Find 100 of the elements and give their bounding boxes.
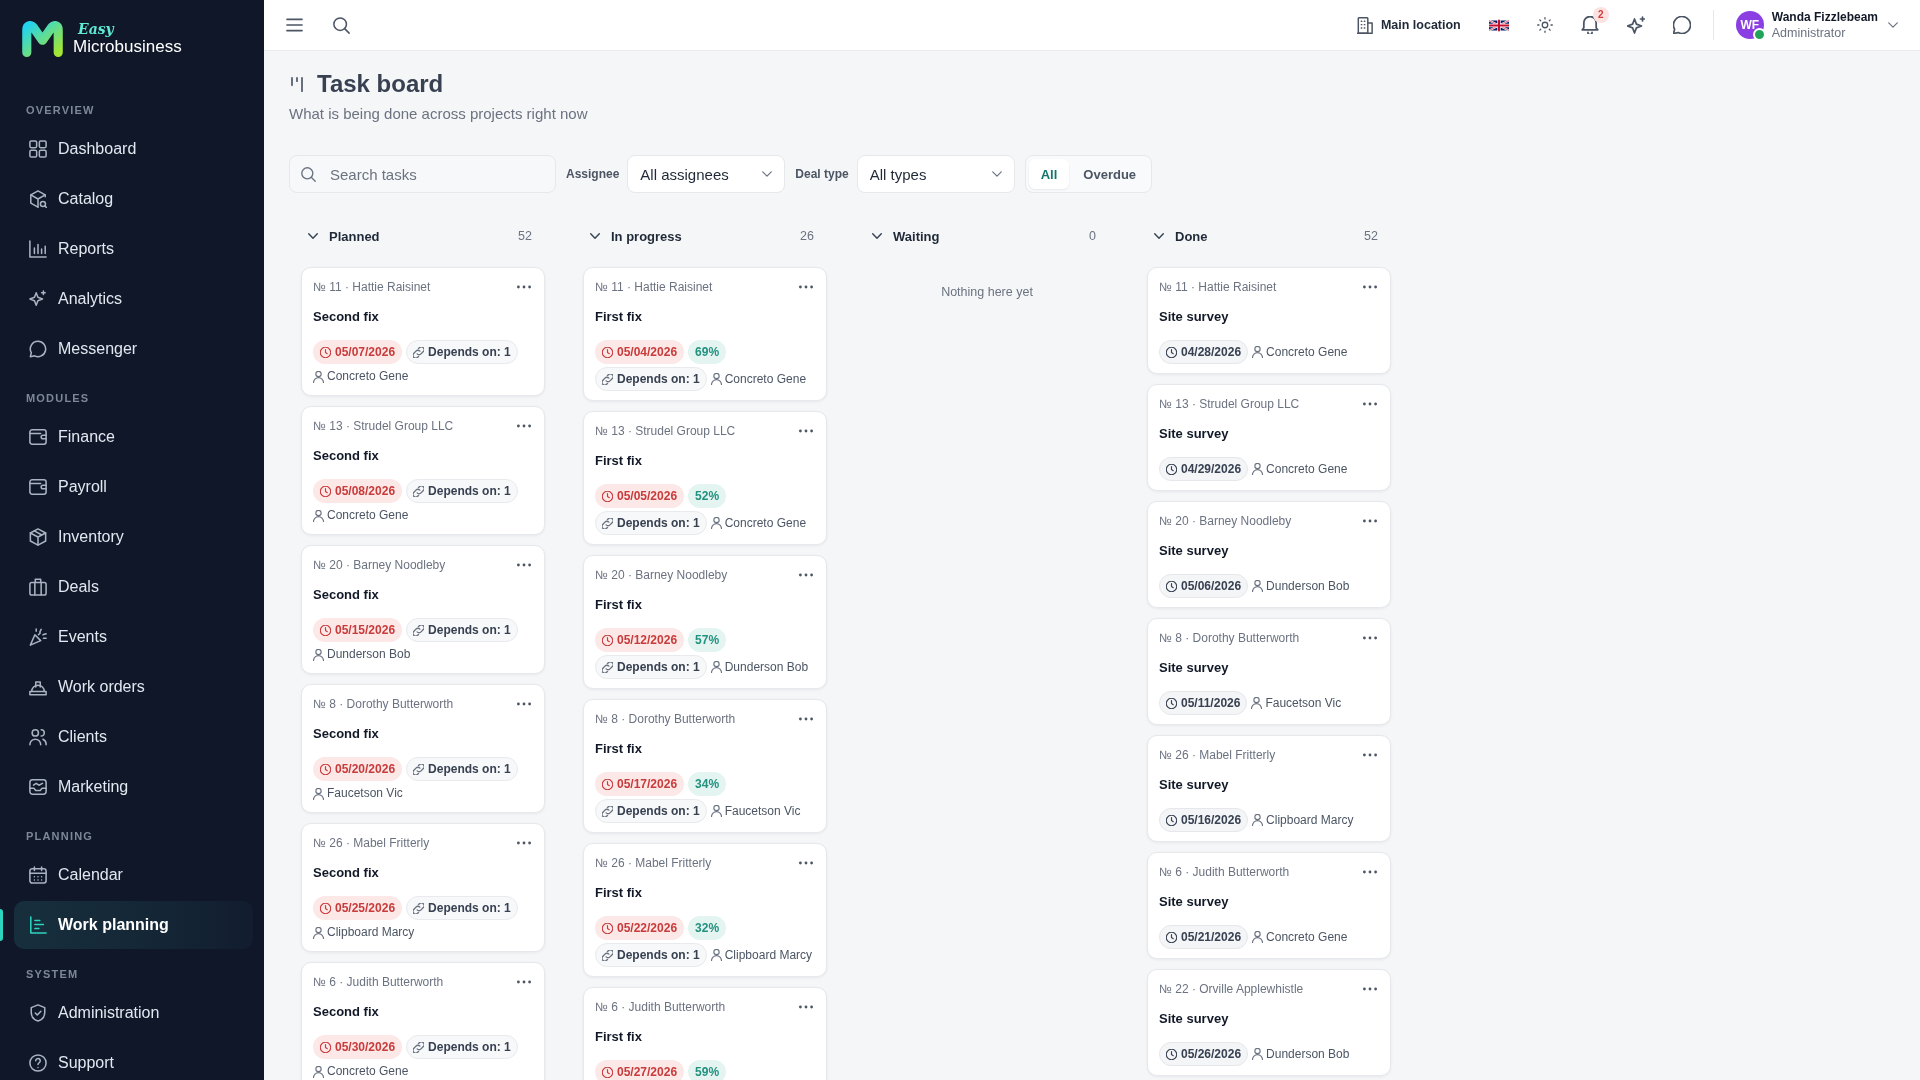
task-card[interactable]: № 26 · Mabel Fritterly First fix 05/22/2026 32% Depends on: 1 Clipboard Marcy (583, 843, 827, 977)
user-role: Administrator (1771, 25, 1846, 41)
sidebar-item[interactable]: Administration (14, 989, 253, 1037)
sidebar-item[interactable]: Catalog (14, 175, 253, 223)
task-card[interactable]: № 6 · Judith Butterworth Second fix 05/30/2026 Depends on: 1 Concreto Gene (301, 962, 545, 1080)
due-date: 05/15/2026 (335, 623, 396, 637)
dropdown[interactable]: All types (856, 155, 1015, 193)
more-icon[interactable] (799, 717, 813, 721)
bell-icon[interactable] (1580, 16, 1599, 34)
person-icon (710, 949, 722, 961)
chevron-icon[interactable] (590, 233, 600, 239)
task-card[interactable]: № 26 · Mabel Fritterly Site survey 05/16/2026 Clipboard Marcy (1147, 735, 1391, 842)
more-icon[interactable] (1363, 519, 1377, 523)
sidebar-item[interactable]: Clients (14, 713, 253, 761)
search-icon[interactable] (333, 16, 350, 34)
user-avatar[interactable]: WF (1735, 11, 1764, 39)
person-icon (710, 661, 722, 673)
more-icon[interactable] (517, 285, 531, 289)
sidebar-item[interactable]: Payroll (14, 463, 253, 511)
help-icon (29, 1054, 47, 1072)
caret-icon (762, 171, 773, 177)
link-icon (602, 949, 613, 961)
chevron-icon[interactable] (872, 233, 882, 239)
sparkle-icon[interactable] (1626, 16, 1645, 34)
more-icon[interactable] (799, 285, 813, 289)
vertical-bars-icon (291, 76, 303, 92)
more-icon[interactable] (517, 980, 531, 984)
sidebar-item[interactable]: Events (14, 613, 253, 661)
more-icon[interactable] (799, 861, 813, 865)
more-icon[interactable] (517, 563, 531, 567)
task-card[interactable]: № 20 · Barney Noodleby Site survey 05/06/2026 Dunderson Bob (1147, 501, 1391, 608)
flag-icon[interactable] (1488, 18, 1509, 32)
more-icon[interactable] (517, 841, 531, 845)
task-card[interactable]: № 22 · Orville Applewhistle Site survey 05/26/2026 Dunderson Bob (1147, 969, 1391, 1076)
more-icon[interactable] (1363, 285, 1377, 289)
task-card[interactable]: № 13 · Strudel Group LLC Second fix 05/08/2026 Depends on: 1 Concreto Gene (301, 406, 545, 535)
task-reference: № 20 · Barney Noodleby (313, 557, 446, 573)
sidebar-item[interactable]: Marketing (14, 763, 253, 811)
sidebar-item[interactable]: Deals (14, 563, 253, 611)
task-card[interactable]: № 11 · Hattie Raisinet Site survey 04/28/2026 Concreto Gene (1147, 267, 1391, 374)
sidebar-item[interactable]: Work orders (14, 663, 253, 711)
more-icon[interactable] (1363, 636, 1377, 640)
more-icon[interactable] (1363, 987, 1377, 991)
clock-icon (602, 490, 613, 502)
task-card[interactable]: № 8 · Dorothy Butterworth Second fix 05/20/2026 Depends on: 1 Faucetson Vic (301, 684, 545, 813)
section-label: SYSTEM (26, 967, 79, 982)
menu-icon[interactable] (286, 18, 303, 32)
more-icon[interactable] (799, 429, 813, 433)
clock-icon (1166, 346, 1177, 358)
page-subtitle: What is being done across projects right now (289, 104, 588, 124)
more-icon[interactable] (799, 573, 813, 577)
sidebar-item[interactable]: Support (14, 1039, 253, 1080)
caret-icon[interactable] (1888, 22, 1898, 28)
task-card[interactable]: № 8 · Dorothy Butterworth Site survey 05/11/2026 Faucetson Vic (1147, 618, 1391, 725)
assignee-name: Concreto Gene (724, 514, 807, 532)
sidebar-item[interactable]: Reports (14, 225, 253, 273)
sidebar-item[interactable]: Work planning (14, 901, 253, 949)
task-card[interactable]: № 20 · Barney Noodleby First fix 05/12/2026 57% Depends on: 1 Dunderson Bob (583, 555, 827, 689)
sidebar-item[interactable]: Analytics (14, 275, 253, 323)
due-date: 04/29/2026 (1181, 462, 1242, 476)
user-name: Wanda Fizzlebeam (1771, 9, 1878, 25)
sidebar-item[interactable]: Messenger (14, 325, 253, 373)
location-button[interactable]: Main location (1356, 16, 1461, 34)
person-icon (313, 787, 324, 800)
progress-percent: 34% (688, 772, 727, 796)
search-field[interactable]: Search tasks (289, 155, 556, 193)
task-card[interactable]: № 8 · Dorothy Butterworth First fix 05/17/2026 34% Depends on: 1 Faucetson Vic (583, 699, 827, 833)
column-count: 0 (1089, 229, 1096, 243)
task-card[interactable]: № 13 · Strudel Group LLC Site survey 04/29/2026 Concreto Gene (1147, 384, 1391, 491)
more-icon[interactable] (799, 1005, 813, 1009)
section-label: OVERVIEW (26, 103, 95, 118)
task-card[interactable]: № 6 · Judith Butterworth First fix 05/27/2026 59% (583, 987, 827, 1080)
sun-icon[interactable] (1536, 17, 1553, 33)
more-icon[interactable] (517, 702, 531, 706)
chevron-icon[interactable] (308, 233, 318, 239)
sidebar-item[interactable]: Inventory (14, 513, 253, 561)
task-card[interactable]: № 26 · Mabel Fritterly Second fix 05/25/2026 Depends on: 1 Clipboard Marcy (301, 823, 545, 952)
due-date: 05/11/2026 (1181, 696, 1241, 710)
task-reference: № 26 · Mabel Fritterly (1159, 747, 1276, 763)
sidebar-item[interactable]: Dashboard (14, 125, 253, 173)
sidebar-item[interactable]: Finance (14, 413, 253, 461)
task-card[interactable]: № 6 · Judith Butterworth Site survey 05/21/2026 Concreto Gene (1147, 852, 1391, 959)
filter-tab[interactable]: Overdue (1071, 159, 1149, 189)
filter-tab[interactable]: All (1028, 159, 1070, 189)
chat-icon[interactable] (1672, 16, 1691, 34)
sidebar-item[interactable]: Calendar (14, 851, 253, 899)
assignee-name: Clipboard Marcy (327, 924, 415, 941)
chevron-icon[interactable] (1154, 233, 1164, 239)
more-icon[interactable] (1363, 870, 1377, 874)
clock-icon (320, 763, 331, 775)
task-card[interactable]: № 13 · Strudel Group LLC First fix 05/05/2026 52% Depends on: 1 Concreto Gene (583, 411, 827, 545)
more-icon[interactable] (517, 424, 531, 428)
more-icon[interactable] (1363, 753, 1377, 757)
dropdown[interactable]: All assignees (627, 155, 786, 193)
task-card[interactable]: № 20 · Barney Noodleby Second fix 05/15/2026 Depends on: 1 Dunderson Bob (301, 545, 545, 674)
task-card[interactable]: № 11 · Hattie Raisinet Second fix 05/07/2026 Depends on: 1 Concreto Gene (301, 267, 545, 396)
person-icon (710, 517, 722, 529)
more-icon[interactable] (1363, 402, 1377, 406)
brand-name: Microbusiness (73, 37, 182, 56)
task-card[interactable]: № 11 · Hattie Raisinet First fix 05/04/2026 69% Depends on: 1 Concreto Gene (583, 267, 827, 401)
